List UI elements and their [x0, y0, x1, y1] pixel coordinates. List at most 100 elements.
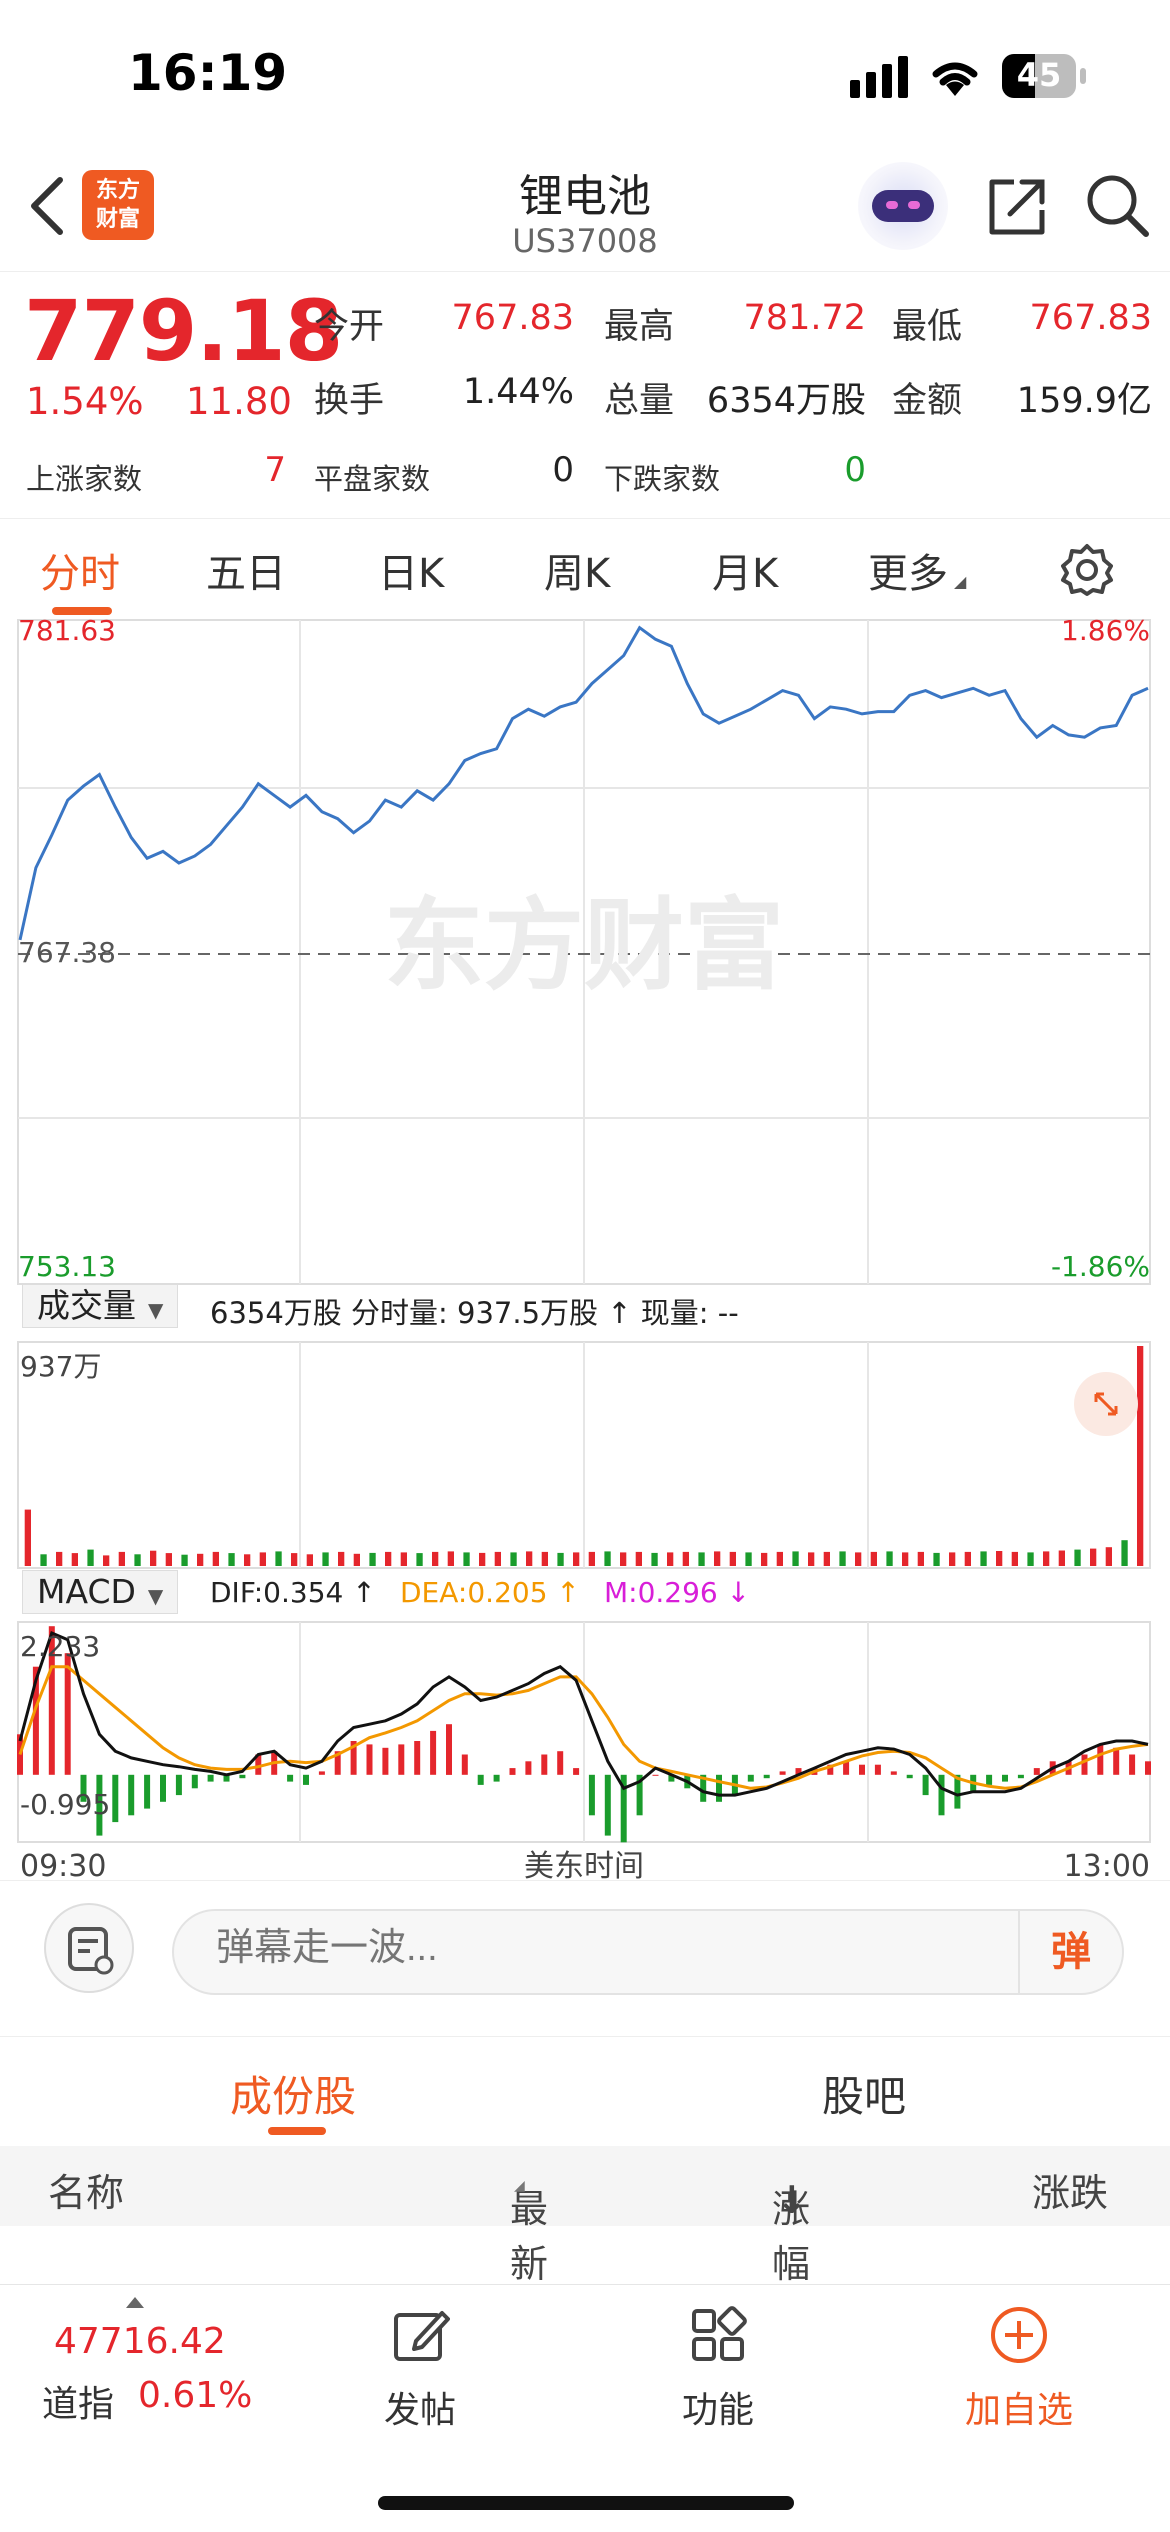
x-end-label: 13:00 [1064, 1849, 1150, 1880]
col-change[interactable]: 涨跌 [1032, 2162, 1108, 2217]
function-button[interactable]: 功能 [668, 2305, 768, 2433]
volume-indicator-dropdown[interactable]: 成交量 ▼ [22, 1284, 179, 1328]
macd-chart[interactable]: 2.233 -0.995 09:30 美东时间 13:00 [0, 1620, 1170, 1880]
volume-indicator-label: 成交量 [37, 1286, 136, 1325]
status-time: 16:19 [128, 44, 288, 102]
volume-bar [1074, 1549, 1081, 1566]
note-settings-button[interactable] [44, 1903, 134, 1993]
macd-bar [287, 1774, 294, 1782]
danmu-send-button[interactable]: 弹 [1018, 1911, 1122, 1993]
volume-bar [150, 1550, 157, 1566]
volume-bar [338, 1551, 345, 1566]
volume-bar [24, 1509, 31, 1566]
add-watchlist-button[interactable]: 加自选 [954, 2305, 1084, 2433]
y-min-pct-label: -1.86% [1051, 1250, 1150, 1283]
volume-bar [839, 1551, 846, 1566]
expand-icon[interactable] [1074, 1372, 1138, 1436]
dropdown-arrow-icon: ▼ [148, 1298, 164, 1322]
down-count-label: 下跌家数 [604, 462, 721, 496]
danmu-send-label: 弹 [1051, 1929, 1091, 1975]
index-percent: 0.61% [138, 2375, 253, 2416]
post-label: 发帖 [383, 2390, 456, 2431]
tab-constituents[interactable]: 成份股 [230, 2063, 356, 2124]
tab-weekly-k[interactable]: 周K [544, 541, 610, 599]
volume-bar [964, 1551, 971, 1566]
y-max-label: 781.63 [18, 618, 116, 647]
volume-bar [667, 1552, 674, 1566]
col-name[interactable]: 名称 [48, 2162, 124, 2217]
volume-bar [541, 1551, 548, 1566]
flat-count-label: 平盘家数 [314, 462, 431, 496]
x-start-label: 09:30 [20, 1849, 106, 1880]
macd-bar [430, 1730, 437, 1775]
macd-bar [1081, 1754, 1088, 1775]
tab-five-day[interactable]: 五日 [206, 541, 286, 599]
index-name: 道指 [42, 2384, 115, 2425]
macd-bar [779, 1771, 786, 1775]
index-value[interactable]: 47716.42 [54, 2321, 226, 2362]
macd-bar [652, 1774, 659, 1776]
volume-bar [181, 1554, 188, 1566]
volume-bar [808, 1552, 815, 1566]
share-icon[interactable] [984, 174, 1050, 240]
up-count: 7 [264, 450, 286, 490]
macd-bar [318, 1771, 325, 1775]
volume-max-label: 937万 [20, 1350, 101, 1383]
volume-bar [620, 1552, 627, 1566]
nav-header: 东方 财富 锂电池 US37008 [0, 140, 1170, 272]
macd-bar [604, 1774, 611, 1836]
volume-bar [714, 1551, 721, 1566]
volume-bar [259, 1552, 266, 1566]
volume-bar [823, 1551, 830, 1566]
macd-bar [509, 1768, 516, 1775]
volume-bar [134, 1554, 141, 1566]
volume-bar [1105, 1547, 1112, 1566]
macd-indicator-label: MACD [37, 1572, 136, 1611]
volume-bar [1090, 1548, 1097, 1566]
volume-bar [275, 1551, 282, 1566]
volume-bar [870, 1551, 877, 1566]
macd-bar [207, 1774, 214, 1782]
macd-bar [541, 1754, 548, 1775]
tab-monthly-k[interactable]: 月K [712, 541, 778, 599]
macd-indicator-dropdown[interactable]: MACD ▼ [22, 1570, 179, 1614]
volume-bar [917, 1551, 924, 1566]
macd-bar [573, 1768, 580, 1775]
macd-bar [144, 1774, 151, 1809]
intraday-price-chart[interactable]: 东方财富 781.63 767.38 753.13 1.86% -1.86% [0, 618, 1170, 1288]
volume-bar [494, 1551, 501, 1566]
table-header: 名称 最新 ◢ 涨幅 ↓ 涨跌 [0, 2146, 1170, 2286]
signal-icon [850, 56, 908, 98]
open-label: 今开 [314, 307, 385, 347]
settings-icon[interactable] [1060, 543, 1114, 597]
volume-bar [698, 1552, 705, 1566]
function-label: 功能 [681, 2390, 754, 2431]
tab-intraday[interactable]: 分时 [40, 541, 120, 599]
macd-dea: DEA:0.205 ↑ [400, 1576, 580, 1609]
volume-chart[interactable]: 937万 [0, 1340, 1170, 1572]
y-max-pct-label: 1.86% [1061, 618, 1150, 647]
tab-more[interactable]: 更多 ◢ [868, 541, 966, 599]
tab-forum[interactable]: 股吧 [822, 2063, 906, 2124]
macd-bar [366, 1744, 373, 1775]
search-icon[interactable] [1084, 172, 1152, 240]
volume-bar [400, 1552, 407, 1566]
macd-min-label: -0.995 [20, 1788, 110, 1821]
danmu-input[interactable] [216, 1927, 996, 1970]
volume-bar [322, 1552, 329, 1566]
volume-bar [1027, 1552, 1034, 1566]
post-button[interactable]: 发帖 [370, 2305, 470, 2433]
volume-bar [745, 1552, 752, 1566]
change-percent: 1.54% [26, 380, 144, 423]
current-price: 779.18 [24, 282, 343, 380]
dropdown-arrow-icon: ▼ [147, 1584, 164, 1608]
macd-bar [1097, 1744, 1104, 1775]
index-expand-icon[interactable] [126, 2297, 144, 2308]
assistant-avatar-icon[interactable] [858, 162, 948, 250]
tab-daily-k[interactable]: 日K [378, 541, 444, 599]
volume-bar [1121, 1540, 1128, 1566]
volume-bar [416, 1553, 423, 1566]
macd-m: M:0.296 ↓ [604, 1576, 751, 1609]
sub-tabs: 成份股 股吧 [0, 2036, 1170, 2146]
macd-bar [1033, 1768, 1040, 1775]
